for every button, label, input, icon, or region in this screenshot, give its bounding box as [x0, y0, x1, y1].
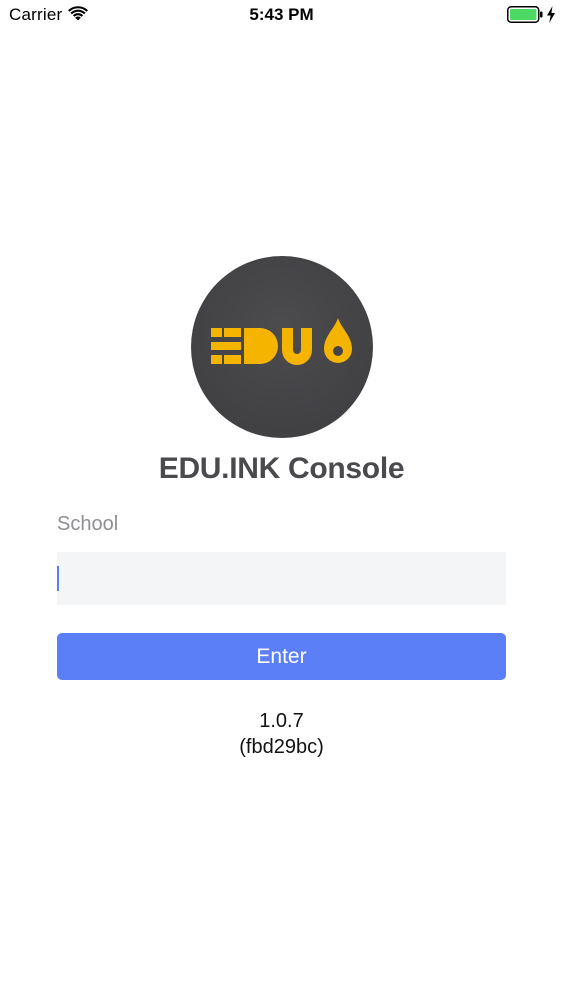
edu-ink-logo-icon: [211, 318, 352, 365]
version-label: 1.0.7: [259, 710, 304, 732]
app-logo: [191, 256, 373, 438]
charging-icon: [546, 6, 556, 23]
battery-icon: [507, 6, 543, 23]
school-label: School: [57, 513, 119, 535]
build-hash-label: (fbd29bc): [239, 736, 324, 758]
text-cursor: [57, 566, 59, 591]
status-bar: Carrier 5:43 PM: [0, 0, 563, 30]
school-input[interactable]: [57, 552, 506, 605]
app-title: EDU.INK Console: [158, 452, 405, 485]
status-time: 5:43 PM: [249, 5, 314, 24]
enter-button[interactable]: Enter: [57, 633, 506, 680]
